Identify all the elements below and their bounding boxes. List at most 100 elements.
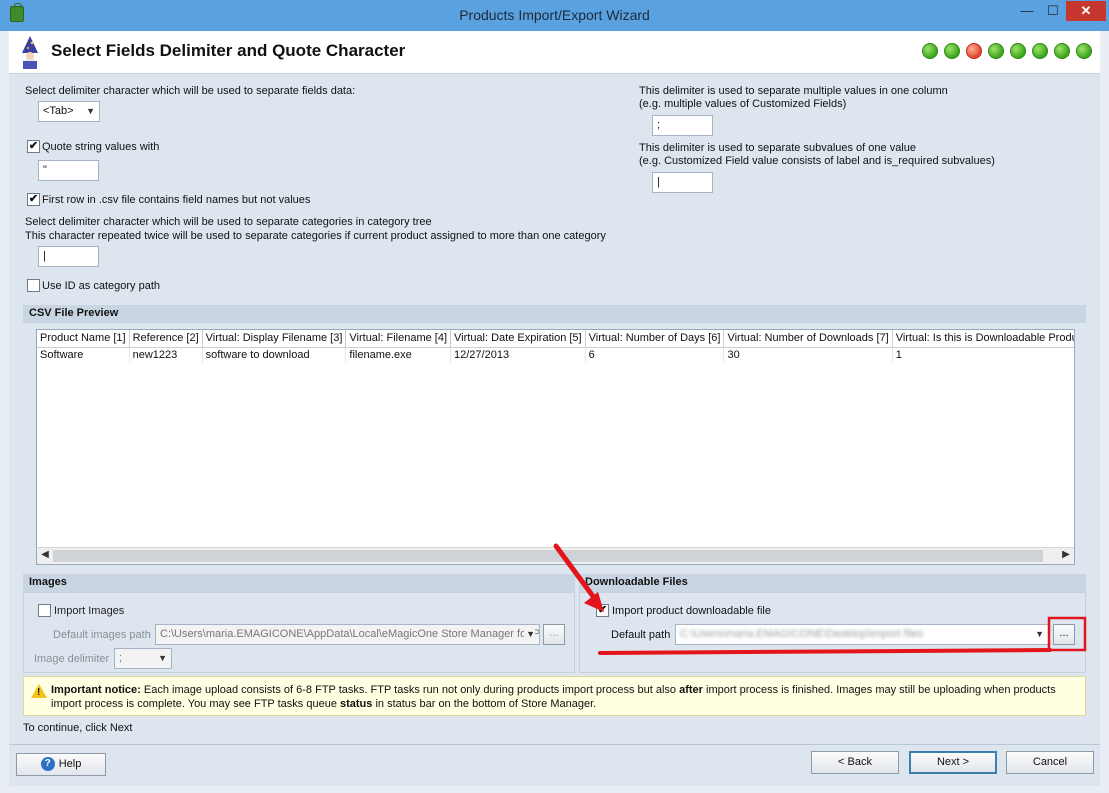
- column-header[interactable]: Virtual: Is this is Downloadable Product…: [892, 330, 1074, 348]
- chevron-down-icon: ▼: [86, 106, 95, 116]
- step-dot-8: [1076, 43, 1092, 59]
- maximize-button[interactable]: ☐: [1040, 1, 1066, 21]
- wizard-header: Select Fields Delimiter and Quote Charac…: [9, 31, 1100, 74]
- downloads-group-title: Downloadable Files: [579, 574, 1086, 592]
- first-row-names-label: First row in .csv file contains field na…: [42, 194, 311, 206]
- import-images-label: Import Images: [54, 605, 125, 617]
- wizard-icon: [22, 36, 38, 69]
- cancel-button[interactable]: Cancel: [1006, 751, 1094, 774]
- multi-value-help: (e.g. multiple values of Customized Fiel…: [639, 98, 847, 110]
- field-delimiter-value: <Tab>: [43, 105, 74, 117]
- column-header[interactable]: Product Name [1]: [37, 330, 130, 348]
- scroll-left-icon[interactable]: ◀: [38, 549, 52, 560]
- multi-value-label: This delimiter is used to separate multi…: [639, 85, 948, 97]
- field-delimiter-select[interactable]: <Tab> ▼: [38, 101, 100, 122]
- images-group: Import Images Default images path C:\Use…: [23, 592, 575, 673]
- multi-value-delimiter-input[interactable]: ;: [652, 115, 713, 136]
- use-id-category-checkbox[interactable]: [27, 279, 40, 292]
- notice-text-1: Each image upload consists of 6-8 FTP ta…: [140, 684, 680, 696]
- download-path-label: Default path: [611, 629, 671, 641]
- table-header-row: Product Name [1] Reference [2] Virtual: …: [37, 330, 1074, 348]
- chevron-down-icon: ▼: [1033, 629, 1044, 639]
- csv-preview-title: CSV File Preview: [23, 305, 1086, 323]
- window-title: Products Import/Export Wizard: [459, 7, 650, 23]
- subvalue-label: This delimiter is used to separate subva…: [639, 142, 916, 154]
- import-images-checkbox[interactable]: [38, 604, 51, 617]
- delimiter-label: Select delimiter character which will be…: [25, 85, 356, 97]
- table-cell: 6: [585, 347, 725, 363]
- step-dot-7: [1054, 43, 1070, 59]
- notice-status: status: [340, 698, 373, 710]
- images-group-title: Images: [23, 574, 575, 592]
- category-delimiter-help: This character repeated twice will be us…: [25, 230, 606, 242]
- wizard-footer: ? Help < Back Next > Cancel: [9, 744, 1100, 786]
- continue-hint: To continue, click Next: [23, 722, 133, 734]
- step-dot-5: [1010, 43, 1026, 59]
- quote-strings-label: Quote string values with: [42, 141, 160, 153]
- step-dot-4: [988, 43, 1004, 59]
- table-row[interactable]: Software new1223 software to download fi…: [37, 347, 1074, 363]
- subvalue-delimiter-input[interactable]: |: [652, 172, 713, 193]
- step-indicator: [922, 43, 1092, 59]
- column-header[interactable]: Virtual: Display Filename [3]: [202, 330, 347, 348]
- image-delimiter-label: Image delimiter: [34, 653, 110, 665]
- wizard-content: Select delimiter character which will be…: [9, 74, 1100, 744]
- downloads-group: Import product downloadable file Default…: [579, 592, 1086, 673]
- quote-char-input[interactable]: ": [38, 160, 99, 181]
- title-bar: Products Import/Export Wizard — ☐ ✕: [0, 0, 1109, 31]
- download-path-value: C:\Users\maria.EMAGICONE\Desktop\import …: [680, 628, 924, 640]
- table-cell: new1223: [129, 347, 203, 363]
- notice-strong: Important notice:: [51, 684, 141, 696]
- import-downloadable-label: Import product downloadable file: [612, 605, 771, 617]
- import-downloadable-checkbox[interactable]: [596, 604, 609, 617]
- column-header[interactable]: Virtual: Filename [4]: [345, 330, 452, 348]
- next-button[interactable]: Next >: [909, 751, 997, 774]
- category-delimiter-label: Select delimiter character which will be…: [25, 216, 432, 228]
- horizontal-scrollbar[interactable]: ◀ ▶: [37, 547, 1074, 564]
- help-label: Help: [58, 758, 82, 770]
- chevron-down-icon: ▼: [524, 629, 535, 639]
- minimize-button[interactable]: —: [1014, 1, 1040, 21]
- table-cell: software to download: [202, 347, 347, 363]
- first-row-names-checkbox[interactable]: [27, 193, 40, 206]
- column-header[interactable]: Virtual: Number of Days [6]: [585, 330, 725, 348]
- important-notice: Important notice: Each image upload cons…: [23, 676, 1086, 716]
- page-title: Select Fields Delimiter and Quote Charac…: [51, 41, 406, 60]
- table-cell: Software: [37, 347, 130, 363]
- warning-icon: [31, 684, 47, 700]
- use-id-category-label: Use ID as category path: [42, 280, 161, 292]
- table-cell: filename.exe: [345, 347, 452, 363]
- notice-after: after: [679, 684, 703, 696]
- category-delimiter-input[interactable]: |: [38, 246, 99, 267]
- images-path-label: Default images path: [53, 629, 151, 641]
- column-header[interactable]: Reference [2]: [129, 330, 203, 348]
- images-path-value: C:\Users\maria.EMAGICONE\AppData\Local\e…: [160, 628, 540, 640]
- help-icon: ?: [40, 757, 55, 772]
- step-dot-1: [922, 43, 938, 59]
- close-button[interactable]: ✕: [1066, 1, 1106, 21]
- subvalue-help: (e.g. Customized Field value consists of…: [639, 155, 995, 167]
- notice-text-3: in status bar on the bottom of Store Man…: [372, 698, 597, 710]
- column-header[interactable]: Virtual: Date Expiration [5]: [450, 330, 586, 348]
- step-dot-2: [944, 43, 960, 59]
- table-cell: 30: [723, 347, 893, 363]
- table-cell: 1: [892, 347, 1074, 363]
- back-button[interactable]: < Back: [811, 751, 899, 774]
- images-browse-button[interactable]: ...: [543, 624, 565, 645]
- download-browse-button[interactable]: ...: [1053, 624, 1075, 645]
- csv-preview-grid[interactable]: Product Name [1] Reference [2] Virtual: …: [36, 329, 1075, 565]
- image-delimiter-select[interactable]: ; ▼: [114, 648, 172, 669]
- image-delimiter-value: ;: [119, 652, 123, 664]
- column-header[interactable]: Virtual: Number of Downloads [7]: [723, 330, 893, 348]
- chevron-down-icon: ▼: [158, 653, 167, 663]
- scroll-thumb[interactable]: [53, 550, 1043, 562]
- quote-strings-checkbox[interactable]: [27, 140, 40, 153]
- help-button[interactable]: ? Help: [16, 753, 106, 776]
- table-cell: 12/27/2013: [450, 347, 586, 363]
- csv-preview-table: Product Name [1] Reference [2] Virtual: …: [37, 330, 1074, 363]
- step-dot-current: [966, 43, 982, 59]
- download-path-select[interactable]: C:\Users\maria.EMAGICONE\Desktop\import …: [675, 624, 1049, 645]
- scroll-right-icon[interactable]: ▶: [1059, 549, 1073, 560]
- images-path-select[interactable]: C:\Users\maria.EMAGICONE\AppData\Local\e…: [155, 624, 540, 645]
- step-dot-6: [1032, 43, 1048, 59]
